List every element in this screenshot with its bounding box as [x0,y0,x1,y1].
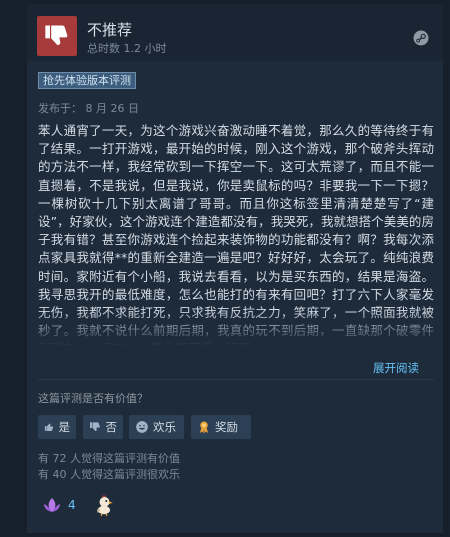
vote-yes-label: 是 [58,420,71,434]
playtime: 总时数 1.2 小时 [87,42,167,55]
vote-no-button[interactable]: 否 [83,415,123,439]
award-chicken[interactable] [94,494,116,516]
posted-date: 发布于： 8 月 26 日 [38,102,139,115]
thumbs-up-icon [44,423,54,431]
review-header[interactable]: 不推荐 总时数 1.2 小时 [27,4,443,61]
review-body: 苯人通宵了一天，为这个游戏兴奋激动睡不着觉，那么久的等待终于有了结果。一打开游戏… [38,122,434,346]
verdict-title: 不推荐 [87,21,133,39]
award-icon [199,421,209,434]
thumbs-down-icon [37,16,77,56]
award-button[interactable]: 奖励 [191,415,251,439]
text-fade [38,310,434,346]
vote-funny-label: 欢乐 [153,420,176,434]
award-purple[interactable]: 4 [42,494,76,516]
review-card: 不推荐 总时数 1.2 小时 抢先体验版本评测 发布于： 8 月 26 日 苯人… [27,4,443,533]
purple-award-icon [44,498,60,512]
award-purple-count: 4 [68,498,76,512]
laugh-icon [136,421,148,433]
vote-no-label: 否 [105,420,118,434]
thumbs-down-icon [90,422,100,432]
chicken-award-icon [97,495,113,516]
funny-count: 有 40 人觉得这篇评测很欢乐 [38,468,180,481]
vote-funny-button[interactable]: 欢乐 [129,415,184,439]
divider [38,379,434,380]
expand-link[interactable]: 展开阅读 [373,360,419,376]
early-access-badge: 抢先体验版本评测 [38,72,136,89]
helpful-question: 这篇评测是否有价值？ [38,392,148,405]
award-label: 奖励 [215,420,238,434]
steam-icon [413,30,429,46]
helpful-count: 有 72 人觉得这篇评测有价值 [38,452,180,465]
vote-yes-button[interactable]: 是 [38,415,76,439]
